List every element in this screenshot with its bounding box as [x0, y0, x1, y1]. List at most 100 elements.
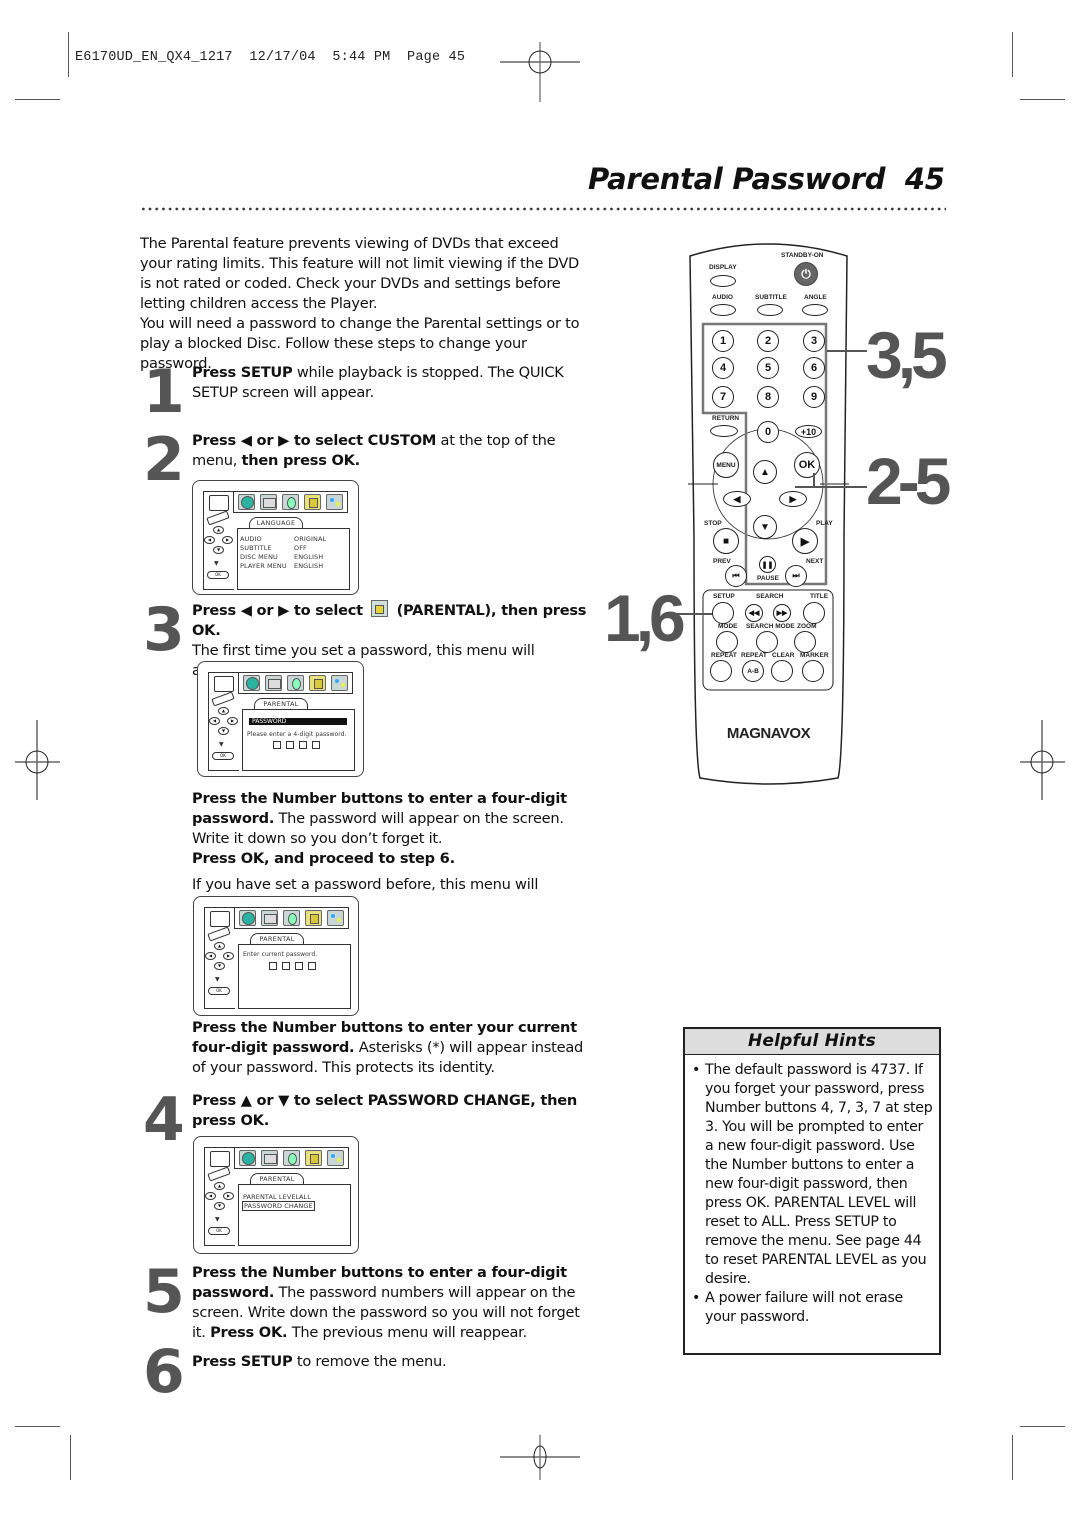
search-mode-button[interactable] [756, 631, 778, 653]
page-number: 45 [904, 162, 945, 196]
callout-3-5: 3,5 [866, 318, 948, 392]
standby-power-button[interactable]: ⏻ [794, 262, 818, 286]
up-arrow-button[interactable]: ▲ [753, 460, 777, 484]
osd-row-value: ORIGINAL [294, 535, 327, 543]
left-arrow-button[interactable]: ◀ [723, 491, 751, 507]
nav-pad-icon: ▲ ◀ ▶ ▼ [205, 1182, 234, 1210]
display-button[interactable] [710, 275, 736, 287]
repeat-ab-button[interactable]: A-B [742, 660, 764, 682]
osd-language-screen: ▲ ◀ ▶ ▼ ▼ OK LANGUAGE AUDIO ORIGINAL SUBTIT… [192, 480, 359, 595]
step-number: 6 [143, 1337, 185, 1407]
osd-panel: AUDIO ORIGINAL SUBTITLE OFF DISC MENU EN… [237, 528, 350, 590]
search-rewind-button[interactable]: ◀◀ [745, 604, 763, 622]
hint-item: The default password is 4737. If you for… [692, 1061, 933, 1289]
number-button-8[interactable]: 8 [757, 386, 779, 408]
prev-label: PREV [713, 558, 731, 565]
angle-button[interactable] [802, 304, 828, 316]
right-arrow-button[interactable]: ▶ [779, 491, 807, 507]
marker-button[interactable] [802, 660, 824, 682]
mode-button[interactable] [716, 631, 738, 653]
brand-logo: MAGNAVOX [726, 725, 811, 742]
marker-label: MARKER [800, 652, 829, 659]
step-text: The previous menu will reappear. [287, 1324, 527, 1341]
repeat-ab-label: REPEAT [741, 652, 767, 659]
menu-button[interactable]: MENU [713, 452, 739, 478]
title-button[interactable] [803, 602, 825, 624]
angle-label: ANGLE [804, 294, 827, 301]
globe-icon [243, 675, 261, 691]
osd-icon-bar [234, 1147, 349, 1169]
step-number: 3 [143, 595, 185, 665]
down-arrow-icon: ▼ [215, 1216, 220, 1223]
subtitle-button[interactable] [757, 304, 783, 316]
down-arrow-button[interactable]: ▼ [753, 515, 777, 539]
number-button-6[interactable]: 6 [803, 357, 825, 379]
osd-row-value: OFF [294, 544, 307, 552]
return-button[interactable] [710, 425, 738, 437]
speaker-icon [281, 494, 299, 510]
zoom-button[interactable] [794, 631, 816, 653]
osd-icon-bar [233, 491, 348, 513]
pause-button[interactable]: ❚❚ [759, 556, 776, 573]
stop-label: STOP [704, 520, 722, 527]
ok-pill: OK [208, 1227, 230, 1235]
lock-icon [308, 675, 326, 691]
number-button-0[interactable]: 0 [757, 421, 779, 443]
search-label: SEARCH [756, 593, 784, 600]
globe-icon [238, 494, 256, 510]
number-button-1[interactable]: 1 [712, 330, 734, 352]
password-bar: PASSWORD [249, 718, 347, 725]
play-button[interactable]: ▶ [792, 528, 818, 554]
osd-row-value: ENGLISH [294, 553, 324, 561]
osd-row-label: PLAYER MENU [240, 562, 287, 570]
number-button-4[interactable]: 4 [712, 357, 734, 379]
number-button-2[interactable]: 2 [757, 330, 779, 352]
plus-10-button[interactable]: +10 [795, 425, 822, 438]
preferences-icon [326, 910, 344, 926]
osd-new-password-screen: ▲ ◀ ▶ ▼ ▼ OK PARENTAL PASSWORD Please enter… [197, 661, 364, 777]
preferences-icon [325, 494, 343, 510]
lock-icon [303, 494, 321, 510]
clear-button[interactable] [771, 660, 793, 682]
osd-panel: PASSWORD Please enter a 4-digit password… [242, 709, 355, 771]
search-forward-button[interactable]: ▶▶ [773, 604, 791, 622]
ok-button[interactable]: OK [794, 452, 820, 478]
osd-panel: Enter current password. [238, 944, 351, 1009]
setup-button[interactable] [712, 602, 734, 624]
step-4-text: Press ▲ or ▼ to select PASSWORD CHANGE, … [192, 1091, 587, 1131]
number-button-3[interactable]: 3 [803, 330, 825, 352]
screen-icon [265, 675, 283, 691]
next-button[interactable]: ⏭ [785, 565, 807, 587]
ok-pill: OK [208, 987, 230, 995]
number-button-7[interactable]: 7 [712, 386, 734, 408]
down-arrow-icon: ▼ [219, 741, 224, 748]
hint-item: A power failure will not erase your pass… [692, 1289, 933, 1327]
dotted-rule [140, 207, 946, 211]
clear-label: CLEAR [772, 652, 795, 659]
screen-icon [261, 1150, 279, 1166]
repeat-button[interactable] [710, 660, 732, 682]
step-6-text: Press SETUP to remove the menu. [192, 1352, 587, 1372]
nav-pad-icon: ▲ ◀ ▶ ▼ [209, 707, 238, 735]
crop-mark [70, 1435, 71, 1480]
print-slug: E6170UD_EN_QX4_1217 12/17/04 5:44 PM Pag… [75, 50, 466, 65]
step-text: to remove the menu. [292, 1353, 447, 1370]
number-button-5[interactable]: 5 [757, 357, 779, 379]
callout-line [813, 473, 815, 486]
tv-icon [210, 1151, 230, 1167]
tv-icon [209, 495, 229, 511]
password-prompt: Please enter a 4-digit password. [247, 731, 347, 738]
step-bold: Press SETUP [192, 1353, 293, 1370]
audio-button[interactable] [710, 304, 736, 316]
osd-panel: PARENTAL LEVEL ALL PASSWORD CHANGE [238, 1184, 351, 1246]
callout-line [827, 350, 867, 352]
page-title: Parental Password 45 [588, 162, 945, 196]
down-arrow-icon: ▼ [214, 560, 219, 567]
number-button-9[interactable]: 9 [803, 386, 825, 408]
osd-row-label: SUBTITLE [240, 544, 272, 552]
crop-mark [1020, 1426, 1065, 1427]
registration-mark-top [500, 42, 580, 102]
prev-button[interactable]: ⏮ [725, 565, 747, 587]
audio-label: AUDIO [712, 294, 733, 301]
stop-button[interactable]: ■ [713, 528, 739, 554]
